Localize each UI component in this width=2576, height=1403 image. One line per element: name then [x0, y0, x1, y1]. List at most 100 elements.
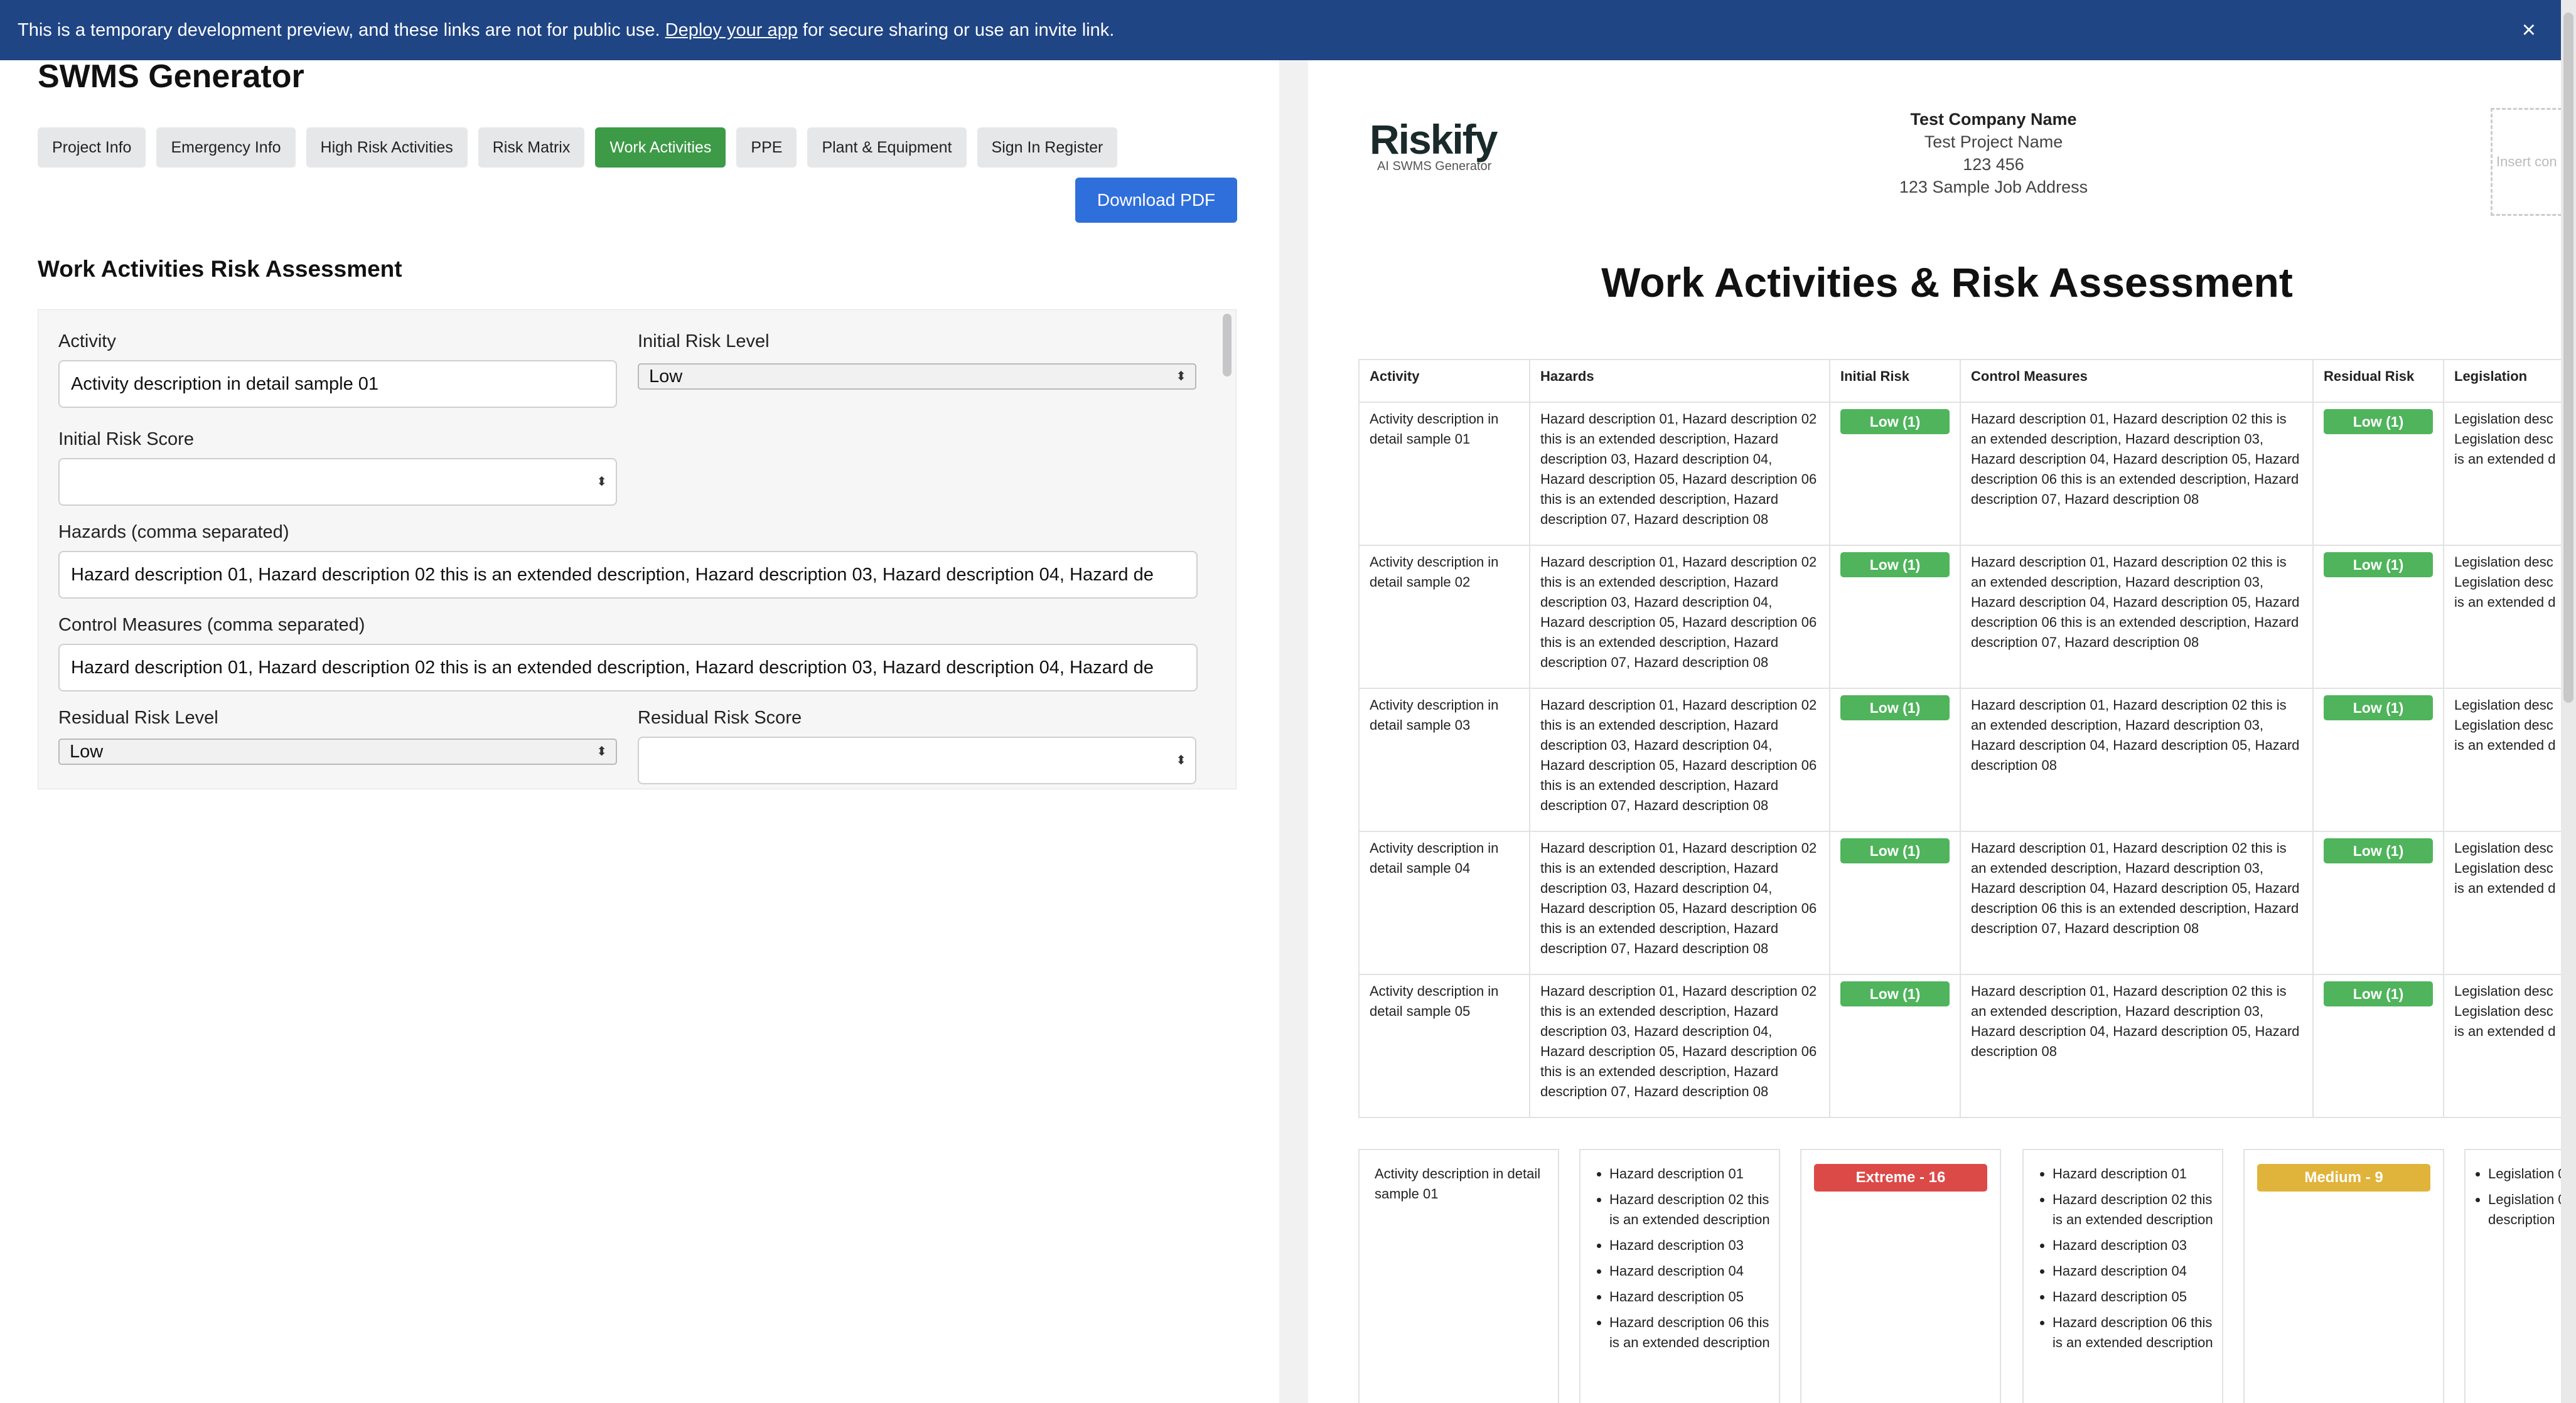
riskify-logo: Riskify AI SWMS Generator: [1370, 115, 1498, 174]
residual-risk-level-value: Low: [70, 742, 104, 762]
risk-badge: Low (1): [2324, 838, 2433, 863]
card-initial-risk: Extreme - 16: [1800, 1149, 2001, 1403]
list-item: Hazard description 05: [1609, 1287, 1779, 1307]
tab-ppe[interactable]: PPE: [736, 127, 797, 168]
initial-risk-cell: Low (1): [1829, 688, 1961, 832]
page-scrollbar-thumb[interactable]: [2563, 13, 2573, 703]
initial-risk-level-value: Low: [649, 366, 683, 387]
header-activity: Activity: [1358, 359, 1530, 403]
header-residual-risk: Residual Risk: [2312, 359, 2444, 403]
header-initial-risk: Initial Risk: [1829, 359, 1961, 403]
control-measures-input[interactable]: Hazard description 01, Hazard descriptio…: [58, 644, 1198, 691]
legislation-line: Legislation desc: [2454, 1003, 2553, 1019]
legislation-cell: Legislation desc Legislation desc is an …: [2443, 831, 2561, 975]
hazards-cell: Hazard description 01, Hazard descriptio…: [1529, 831, 1830, 975]
logo-subtitle: AI SWMS Generator: [1377, 159, 1492, 173]
list-item: Hazard description 06 this is an extende…: [2053, 1313, 2222, 1353]
form-scrollbar[interactable]: [1223, 314, 1232, 376]
project-name: Test Project Name: [1924, 132, 2063, 151]
risk-badge: Low (1): [1840, 981, 1950, 1006]
residual-risk-level-select[interactable]: Low ⬍: [58, 739, 617, 765]
stepper-icon[interactable]: ⬍: [596, 459, 607, 504]
banner-text: This is a temporary development preview,…: [18, 20, 665, 40]
insert-logo-placeholder[interactable]: Insert con: [2491, 108, 2561, 216]
residual-risk-score-label: Residual Risk Score: [638, 708, 802, 728]
risk-assessment-table: Activity Hazards Initial Risk Control Me…: [1358, 359, 2561, 1118]
initial-risk-score-label: Initial Risk Score: [58, 429, 194, 449]
activity-cell: Activity description in detail sample 05: [1358, 974, 1530, 1118]
list-item: Hazard description 05: [2053, 1287, 2222, 1307]
table-row: Activity description in detail sample 04…: [1358, 831, 2561, 975]
activity-cell: Activity description in detail sample 02: [1358, 545, 1530, 689]
controls-cell: Hazard description 01, Hazard descriptio…: [1960, 545, 2314, 689]
risk-badge: Low (1): [2324, 695, 2433, 720]
initial-risk-cell: Low (1): [1829, 545, 1961, 689]
tab-plant-equipment[interactable]: Plant & Equipment: [807, 127, 967, 168]
initial-risk-cell: Low (1): [1829, 831, 1961, 975]
activity-form: Activity Activity description in detail …: [38, 309, 1237, 789]
tab-project-info[interactable]: Project Info: [38, 127, 146, 168]
tab-high-risk-activities[interactable]: High Risk Activities: [306, 127, 468, 168]
initial-risk-level-select[interactable]: Low ⬍: [638, 363, 1196, 390]
activity-label: Activity: [58, 331, 116, 351]
legislation-line: Legislation desc: [2454, 574, 2553, 590]
residual-risk-cell: Low (1): [2312, 688, 2444, 832]
legislation-line: is an extended d: [2454, 451, 2556, 467]
company-name: Test Company Name: [1910, 110, 2077, 129]
tab-sign-in-register[interactable]: Sign In Register: [977, 127, 1118, 168]
tab-work-activities[interactable]: Work Activities: [595, 127, 726, 168]
tab-emergency-info[interactable]: Emergency Info: [156, 127, 296, 168]
initial-risk-score-input[interactable]: ⬍: [58, 458, 617, 506]
company-details: Test Company Name Test Project Name 123 …: [1735, 108, 2252, 198]
list-item: Hazard description 02 this is an extende…: [2053, 1190, 2222, 1230]
list-item: Hazard description 06 this is an extende…: [1609, 1313, 1779, 1353]
table-row: Activity description in detail sample 01…: [1358, 402, 2561, 546]
list-item: Hazard description 04: [1609, 1261, 1779, 1281]
risk-badge: Low (1): [1840, 552, 1950, 577]
list-item: Hazard description 02 this is an extende…: [1609, 1190, 1779, 1230]
company-phone: 123 456: [1963, 155, 2024, 174]
legislation-line: Legislation desc: [2454, 840, 2553, 856]
controls-cell: Hazard description 01, Hazard descriptio…: [1960, 688, 2314, 832]
tab-risk-matrix[interactable]: Risk Matrix: [478, 127, 585, 168]
initial-risk-level-label: Initial Risk Level: [638, 331, 770, 351]
dev-preview-banner: This is a temporary development preview,…: [0, 0, 2561, 60]
logo-mark: Riskify: [1370, 116, 1498, 163]
deploy-app-link[interactable]: Deploy your app: [665, 20, 798, 40]
hazards-input[interactable]: Hazard description 01, Hazard descriptio…: [58, 551, 1198, 599]
pdf-preview: Riskify AI SWMS Generator Test Company N…: [1308, 60, 2561, 1403]
card-legislation: Legislation 01 Legislation 02 this is an…: [2464, 1149, 2561, 1403]
hazards-cell: Hazard description 01, Hazard descriptio…: [1529, 545, 1830, 689]
document-title: Work Activities & Risk Assessment: [1601, 259, 2293, 306]
legislation-line: Legislation desc: [2454, 411, 2553, 427]
legislation-line: is an extended d: [2454, 737, 2556, 753]
section-title: Work Activities Risk Assessment: [38, 256, 402, 282]
control-measures-label: Control Measures (comma separated): [58, 615, 365, 635]
residual-risk-cell: Low (1): [2312, 545, 2444, 689]
risk-pill: Medium - 9: [2257, 1164, 2430, 1192]
card-residual-risk: Medium - 9: [2243, 1149, 2444, 1403]
stepper-icon[interactable]: ⬍: [1176, 738, 1186, 783]
banner-text-after: for secure sharing or use an invite link…: [797, 20, 1115, 40]
header-control-measures: Control Measures: [1960, 359, 2314, 403]
residual-risk-cell: Low (1): [2312, 402, 2444, 546]
risk-badge: Low (1): [1840, 695, 1950, 720]
legislation-cell: Legislation desc Legislation desc is an …: [2443, 402, 2561, 546]
legislation-cell: Legislation desc Legislation desc is an …: [2443, 688, 2561, 832]
close-icon[interactable]: ×: [2522, 0, 2536, 60]
risk-badge: Low (1): [2324, 981, 2433, 1006]
legislation-line: Legislation desc: [2454, 697, 2553, 713]
risk-badge: Low (1): [1840, 409, 1950, 434]
hazards-label: Hazards (comma separated): [58, 522, 289, 542]
download-pdf-button[interactable]: Download PDF: [1075, 178, 1237, 223]
residual-risk-score-input[interactable]: ⬍: [638, 737, 1196, 784]
activity-input[interactable]: Activity description in detail sample 01: [58, 360, 617, 408]
list-item: Hazard description 03: [2053, 1235, 2222, 1256]
initial-risk-cell: Low (1): [1829, 402, 1961, 546]
panel-divider[interactable]: [1279, 60, 1308, 1403]
residual-risk-level-label: Residual Risk Level: [58, 708, 218, 728]
residual-risk-cell: Low (1): [2312, 831, 2444, 975]
select-arrows-icon: ⬍: [596, 745, 607, 759]
editor-panel: SWMS Generator Project Info Emergency In…: [0, 0, 1279, 1403]
risk-badge: Low (1): [2324, 552, 2433, 577]
